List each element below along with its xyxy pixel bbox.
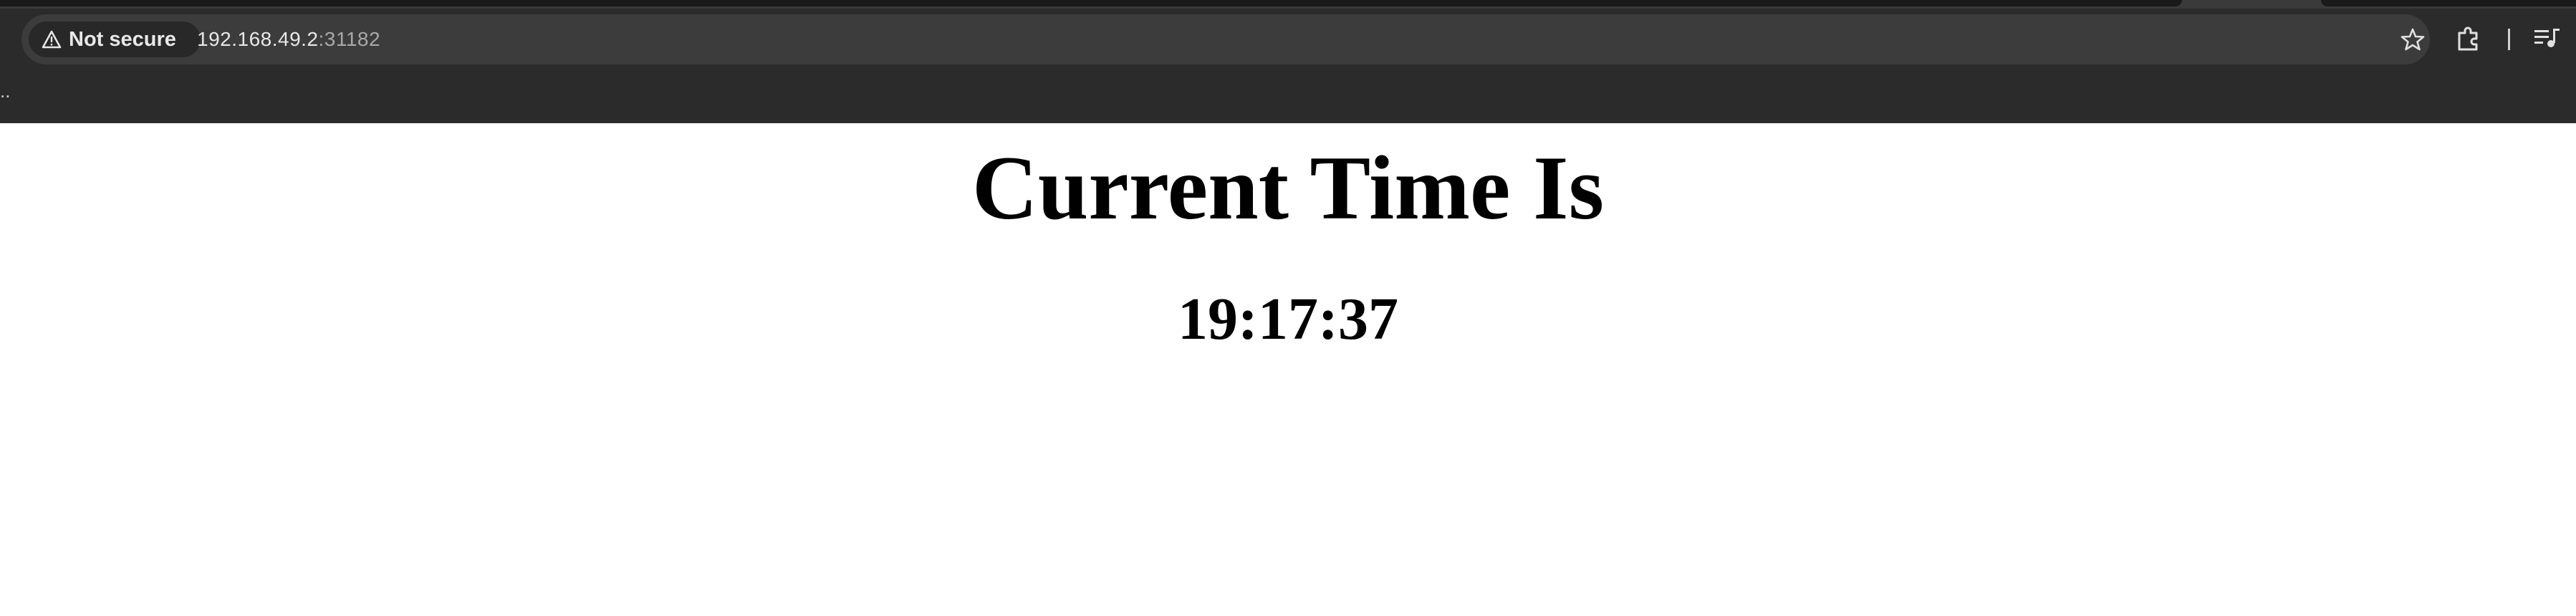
address-bar[interactable]: Not secure 192.168.49.2:31182 <box>21 14 2430 64</box>
url-port: :31182 <box>318 28 381 50</box>
page-heading: Current Time Is <box>972 138 1604 239</box>
tab[interactable] <box>2321 0 2576 6</box>
puzzle-icon[interactable] <box>2454 24 2483 53</box>
toolbar-divider <box>2508 29 2510 50</box>
security-indicator[interactable]: Not secure <box>29 21 201 57</box>
tab-strip <box>0 0 2576 9</box>
url-text[interactable]: 192.168.49.2:31182 <box>197 14 380 64</box>
page-content: Current Time Is 19:17:37 <box>0 123 2576 616</box>
media-queue-icon[interactable] <box>2533 26 2562 52</box>
browser-toolbar: Not secure 192.168.49.2:31182 .. <box>0 0 2576 123</box>
star-icon[interactable] <box>2400 27 2426 52</box>
bookmarks-overflow-button[interactable]: .. <box>0 80 10 102</box>
current-time: 19:17:37 <box>1178 286 1398 352</box>
warning-triangle-icon <box>42 30 62 49</box>
active-tab[interactable] <box>0 0 2182 6</box>
url-host: 192.168.49.2 <box>197 28 319 50</box>
security-label: Not secure <box>69 27 176 51</box>
